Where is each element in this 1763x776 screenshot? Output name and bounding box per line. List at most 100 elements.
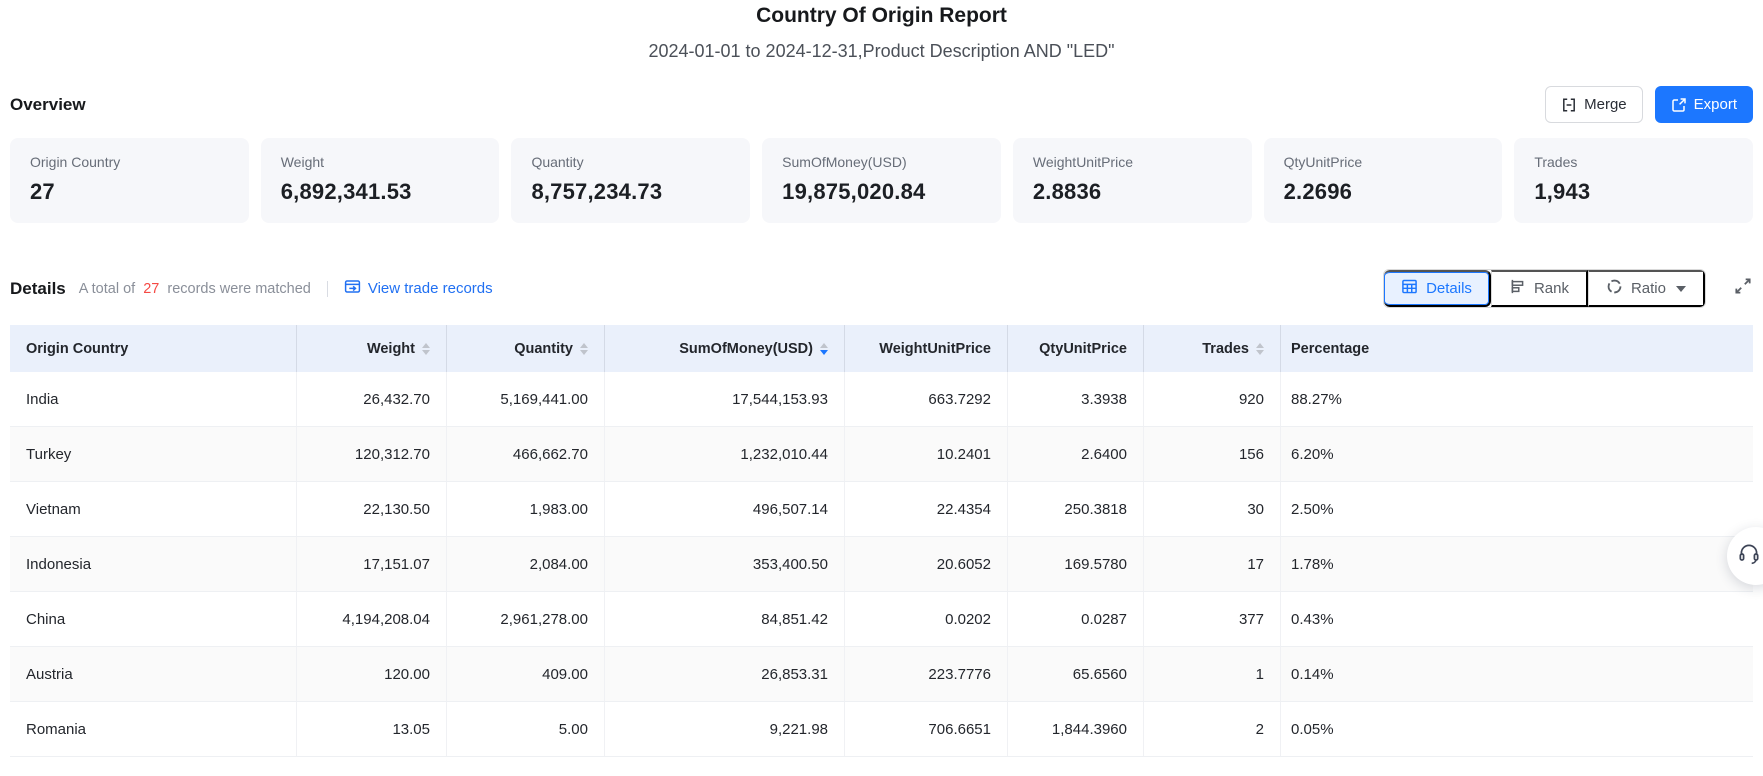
tab-details[interactable]: Details xyxy=(1384,270,1491,307)
cell-quantity: 5,169,441.00 xyxy=(447,372,605,426)
tab-ratio[interactable]: Ratio xyxy=(1588,270,1705,307)
stat-card-sumofmoney-usd: SumOfMoney(USD) 19,875,020.84 xyxy=(762,138,1001,223)
cell-weightunitprice: 10.2401 xyxy=(845,427,1008,481)
column-label: Weight xyxy=(367,341,415,357)
tab-rank[interactable]: Rank xyxy=(1491,270,1588,307)
details-heading: Details xyxy=(10,279,66,299)
table-row-romania: Romania13.055.009,221.98706.66511,844.39… xyxy=(10,702,1753,757)
matched-count: 27 xyxy=(143,281,159,297)
cell-origin-country: China xyxy=(10,592,297,646)
tab-ratio-label: Ratio xyxy=(1631,280,1666,297)
cell-percentage: 88.27% xyxy=(1281,372,1753,426)
export-icon xyxy=(1671,97,1687,113)
report-header: Country Of Origin Report 2024-01-01 to 2… xyxy=(0,0,1763,62)
chevron-down-icon xyxy=(1676,286,1686,292)
stat-card-value: 2.8836 xyxy=(1033,179,1232,205)
sort-carets-icon xyxy=(820,343,828,355)
cell-weightunitprice: 22.4354 xyxy=(845,482,1008,536)
match-summary-suffix: records were matched xyxy=(167,281,310,297)
overview-actions: Merge Export xyxy=(1545,86,1753,123)
table-row-austria: Austria120.00409.0026,853.31223.777665.6… xyxy=(10,647,1753,702)
view-trade-records-label: View trade records xyxy=(368,280,493,297)
column-header-trades[interactable]: Trades xyxy=(1144,325,1281,372)
cell-quantity: 2,084.00 xyxy=(447,537,605,591)
fullscreen-button[interactable] xyxy=(1733,276,1753,301)
stat-card-qtyunitprice: QtyUnitPrice 2.2696 xyxy=(1264,138,1503,223)
cell-quantity: 466,662.70 xyxy=(447,427,605,481)
table-row-india: India26,432.705,169,441.0017,544,153.936… xyxy=(10,372,1753,427)
cell-trades: 156 xyxy=(1144,427,1281,481)
stat-card-value: 27 xyxy=(30,179,229,205)
table-row-china: China4,194,208.042,961,278.0084,851.420.… xyxy=(10,592,1753,647)
headset-icon xyxy=(1736,541,1762,572)
tab-details-label: Details xyxy=(1426,280,1472,297)
cell-quantity: 1,983.00 xyxy=(447,482,605,536)
column-header-sumofmoney-usd[interactable]: SumOfMoney(USD) xyxy=(605,325,845,372)
cell-weight: 4,194,208.04 xyxy=(297,592,447,646)
expand-icon xyxy=(1733,276,1753,301)
rank-bars-icon xyxy=(1509,278,1526,299)
match-summary-prefix: A total of xyxy=(79,281,135,297)
column-label: QtyUnitPrice xyxy=(1039,341,1127,357)
table-header: Origin Country Weight Quantity SumOfMoney(U… xyxy=(10,325,1753,372)
column-header-origin-country: Origin Country xyxy=(10,325,297,372)
cell-origin-country: Turkey xyxy=(10,427,297,481)
table-row-indonesia: Indonesia17,151.072,084.00353,400.5020.6… xyxy=(10,537,1753,592)
cell-weight: 22,130.50 xyxy=(297,482,447,536)
table-row-vietnam: Vietnam22,130.501,983.00496,507.1422.435… xyxy=(10,482,1753,537)
view-switcher-area: Details Rank xyxy=(1383,269,1753,308)
cell-percentage: 0.05% xyxy=(1281,702,1753,756)
report-subtitle: 2024-01-01 to 2024-12-31,Product Descrip… xyxy=(0,41,1763,62)
column-label: Quantity xyxy=(514,341,573,357)
sort-carets-icon xyxy=(1256,343,1264,355)
cell-weightunitprice: 0.0202 xyxy=(845,592,1008,646)
cell-weight: 17,151.07 xyxy=(297,537,447,591)
cell-origin-country: India xyxy=(10,372,297,426)
column-header-quantity[interactable]: Quantity xyxy=(447,325,605,372)
cell-sumofmoney-usd: 84,851.42 xyxy=(605,592,845,646)
merge-button[interactable]: Merge xyxy=(1545,86,1643,123)
merge-icon xyxy=(1561,97,1577,113)
cell-origin-country: Romania xyxy=(10,702,297,756)
cell-trades: 920 xyxy=(1144,372,1281,426)
stat-card-value: 19,875,020.84 xyxy=(782,179,981,205)
merge-button-label: Merge xyxy=(1584,96,1627,113)
cell-trades: 377 xyxy=(1144,592,1281,646)
cell-sumofmoney-usd: 17,544,153.93 xyxy=(605,372,845,426)
stat-card-label: SumOfMoney(USD) xyxy=(782,154,981,170)
overview-cards: Origin Country 27 Weight 6,892,341.53 Qu… xyxy=(0,138,1763,223)
stat-card-origin-country: Origin Country 27 xyxy=(10,138,249,223)
sort-carets-icon xyxy=(422,343,430,355)
column-label: SumOfMoney(USD) xyxy=(679,341,813,357)
stat-card-value: 1,943 xyxy=(1534,179,1733,205)
overview-heading: Overview xyxy=(10,95,86,115)
cell-weightunitprice: 20.6052 xyxy=(845,537,1008,591)
column-header-weight[interactable]: Weight xyxy=(297,325,447,372)
export-button[interactable]: Export xyxy=(1655,86,1753,123)
cell-qtyunitprice: 0.0287 xyxy=(1008,592,1144,646)
cell-qtyunitprice: 250.3818 xyxy=(1008,482,1144,536)
cell-qtyunitprice: 65.6560 xyxy=(1008,647,1144,701)
stat-card-weight: Weight 6,892,341.53 xyxy=(261,138,500,223)
cell-sumofmoney-usd: 353,400.50 xyxy=(605,537,845,591)
cell-sumofmoney-usd: 1,232,010.44 xyxy=(605,427,845,481)
stat-card-label: Quantity xyxy=(531,154,730,170)
column-header-weightunitprice: WeightUnitPrice xyxy=(845,325,1008,372)
cell-qtyunitprice: 1,844.3960 xyxy=(1008,702,1144,756)
pie-ring-icon xyxy=(1606,278,1623,299)
column-header-percentage: Percentage xyxy=(1281,325,1753,372)
cell-weightunitprice: 706.6651 xyxy=(845,702,1008,756)
cell-trades: 30 xyxy=(1144,482,1281,536)
stat-card-value: 8,757,234.73 xyxy=(531,179,730,205)
cell-qtyunitprice: 2.6400 xyxy=(1008,427,1144,481)
vertical-divider xyxy=(327,281,328,297)
cell-percentage: 1.78% xyxy=(1281,537,1753,591)
cell-sumofmoney-usd: 496,507.14 xyxy=(605,482,845,536)
cell-trades: 1 xyxy=(1144,647,1281,701)
browser-arrow-icon xyxy=(344,278,361,299)
page-title: Country Of Origin Report xyxy=(0,4,1763,28)
view-trade-records-link[interactable]: View trade records xyxy=(344,278,493,299)
cell-weightunitprice: 223.7776 xyxy=(845,647,1008,701)
cell-weight: 120,312.70 xyxy=(297,427,447,481)
sort-carets-icon xyxy=(580,343,588,355)
